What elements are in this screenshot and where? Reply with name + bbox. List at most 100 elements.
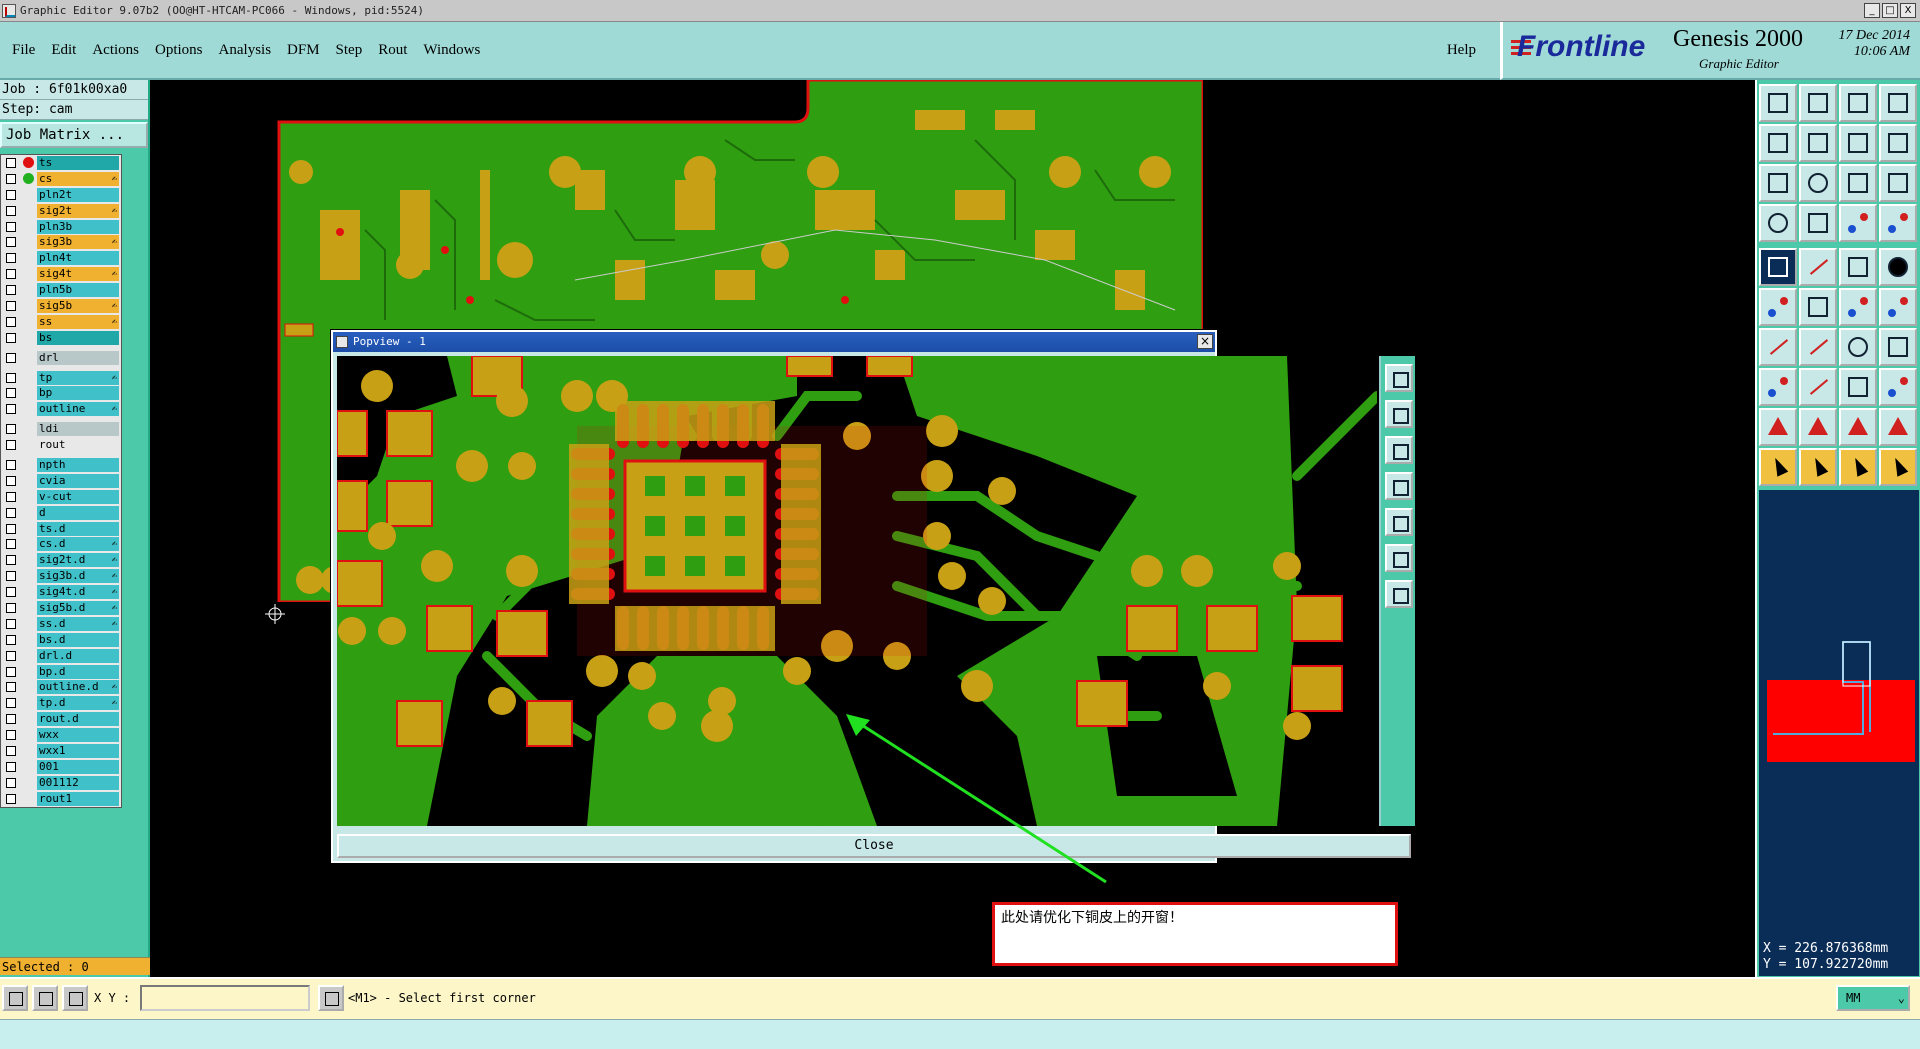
close-button[interactable]: X	[1900, 3, 1916, 18]
copy-point-icon[interactable]	[1879, 288, 1917, 326]
layer-name[interactable]: 001112	[37, 775, 119, 790]
text-icon[interactable]	[1879, 328, 1917, 366]
layer-checkbox[interactable]	[6, 666, 16, 677]
layer-checkbox[interactable]	[6, 388, 16, 399]
ruler-icon[interactable]	[1759, 204, 1797, 242]
layer-row-pln5b[interactable]: pln5b	[1, 282, 121, 298]
pointer-icon[interactable]	[1759, 448, 1797, 486]
popview-zoom-in-icon[interactable]	[1385, 364, 1413, 392]
layer-checkbox[interactable]	[6, 746, 16, 756]
layer-row-outline[interactable]: outline ✍	[1, 401, 121, 417]
layer-row-001[interactable]: 001	[1, 759, 121, 775]
layer-name[interactable]: pln2t	[37, 187, 119, 202]
layer-checkbox[interactable]	[6, 205, 16, 216]
layer-row-001112[interactable]: 001112	[1, 775, 121, 791]
select-area-icon[interactable]	[1759, 248, 1797, 286]
grid-mode-icon[interactable]	[62, 985, 88, 1011]
layer-checkbox[interactable]	[6, 523, 16, 534]
layer-name[interactable]: cs ✍	[37, 171, 119, 186]
menu-options[interactable]: Options	[155, 42, 203, 59]
layer-checkbox[interactable]	[6, 424, 16, 435]
layer-checkbox[interactable]	[6, 173, 16, 184]
layer-row-bs-d[interactable]: bs.d	[1, 632, 121, 648]
job-matrix-button[interactable]: Job Matrix ...	[0, 122, 148, 148]
delete-icon[interactable]	[1799, 288, 1837, 326]
layer-name[interactable]: ts.d	[37, 521, 119, 536]
layer-name[interactable]: pln3b	[37, 219, 119, 234]
layer-row-ldi[interactable]: ldi	[1, 421, 121, 437]
layer-name[interactable]: sig3b.d ✍	[37, 569, 119, 584]
pad-icon[interactable]	[1879, 248, 1917, 286]
pointer-select-icon[interactable]	[1799, 448, 1837, 486]
layer-name[interactable]: sig4t ✍	[37, 267, 119, 282]
pointer-move-icon[interactable]	[1879, 448, 1917, 486]
minimize-button[interactable]: _	[1864, 3, 1880, 18]
group-icon[interactable]	[1879, 368, 1917, 406]
layer-checkbox[interactable]	[6, 316, 16, 327]
layer-name[interactable]: sig5b.d ✍	[37, 600, 119, 615]
layer-checkbox[interactable]	[6, 682, 16, 693]
layer-name[interactable]: bp	[37, 386, 119, 401]
layer-checkbox[interactable]	[6, 475, 16, 486]
layer-name[interactable]: outline ✍	[37, 402, 119, 417]
layer-row-cs[interactable]: cs ✍	[1, 171, 121, 187]
fit-icon[interactable]	[1759, 164, 1797, 202]
snap-mode-icon[interactable]	[2, 985, 28, 1011]
layer-name[interactable]: cs.d ✍	[37, 537, 119, 552]
snap-icon[interactable]	[1879, 124, 1917, 162]
menu-analysis[interactable]: Analysis	[219, 42, 272, 59]
layer-name[interactable]: rout.d	[37, 712, 119, 727]
app-icon[interactable]	[2, 3, 16, 18]
layer-row-tp[interactable]: tp ✍	[1, 370, 121, 386]
layer-checkbox[interactable]	[6, 714, 16, 725]
line2-icon[interactable]	[1799, 328, 1837, 366]
popview-icon[interactable]	[336, 336, 348, 348]
layer-name[interactable]: outline.d ✍	[37, 680, 119, 695]
units-select[interactable]: MM ⌄	[1836, 985, 1910, 1011]
triangle-icon[interactable]	[1759, 408, 1797, 446]
layer-name[interactable]: drl.d	[37, 648, 119, 663]
grid-icon[interactable]	[1799, 204, 1837, 242]
layer-row-bs[interactable]: bs	[1, 330, 121, 346]
layer-row-pln3b[interactable]: pln3b	[1, 219, 121, 235]
layer-name[interactable]: ss ✍	[37, 314, 119, 329]
layer-row-sig5b[interactable]: sig5b ✍	[1, 298, 121, 314]
layer-checkbox[interactable]	[6, 404, 16, 415]
layer-row-sig3b[interactable]: sig3b ✍	[1, 234, 121, 250]
menu-dfm[interactable]: DFM	[287, 42, 320, 59]
layer-checkbox[interactable]	[6, 491, 16, 502]
angle-icon[interactable]	[1799, 408, 1837, 446]
layer-checkbox[interactable]	[6, 618, 16, 629]
menu-edit[interactable]: Edit	[51, 42, 76, 59]
layer-checkbox[interactable]	[6, 539, 16, 550]
trace-icon[interactable]	[1799, 368, 1837, 406]
layer-checkbox[interactable]	[6, 189, 16, 200]
layer-compare-icon[interactable]	[1839, 204, 1877, 242]
layer-checkbox[interactable]	[6, 650, 16, 661]
layer-checkbox[interactable]	[6, 793, 16, 804]
pointer-rotate-icon[interactable]	[1839, 448, 1877, 486]
layer-row-rout1[interactable]: rout1	[1, 791, 121, 807]
layer-row-d[interactable]: d	[1, 505, 121, 521]
menu-help[interactable]: Help	[1447, 42, 1476, 59]
angle-dim-icon[interactable]	[1839, 408, 1877, 446]
layer-name[interactable]: sig3b ✍	[37, 235, 119, 250]
layer-name[interactable]: bs.d	[37, 632, 119, 647]
menu-rout[interactable]: Rout	[378, 42, 407, 59]
layer-row-ts-d[interactable]: ts.d	[1, 521, 121, 537]
home-icon[interactable]	[1839, 84, 1877, 122]
layer-row-sig2t-d[interactable]: sig2t.d ✍	[1, 552, 121, 568]
popview-close-x-button[interactable]: ×	[1197, 334, 1213, 349]
draw-shape-icon[interactable]	[1799, 248, 1837, 286]
layer-row-sig4t-d[interactable]: sig4t.d ✍	[1, 584, 121, 600]
layer-row-drl[interactable]: drl	[1, 350, 121, 366]
layer-row-cs-d[interactable]: cs.d ✍	[1, 536, 121, 552]
pan-right-icon[interactable]	[1799, 124, 1837, 162]
layer-name[interactable]: wxx1	[37, 744, 119, 758]
angle-dim2-icon[interactable]	[1879, 408, 1917, 446]
layer-name[interactable]: bp.d	[37, 664, 119, 679]
layer-row-sig5b-d[interactable]: sig5b.d ✍	[1, 600, 121, 616]
layer-name[interactable]: 001	[37, 759, 119, 774]
layer-row-ts[interactable]: ts	[1, 155, 121, 171]
measure-icon[interactable]	[1839, 248, 1877, 286]
